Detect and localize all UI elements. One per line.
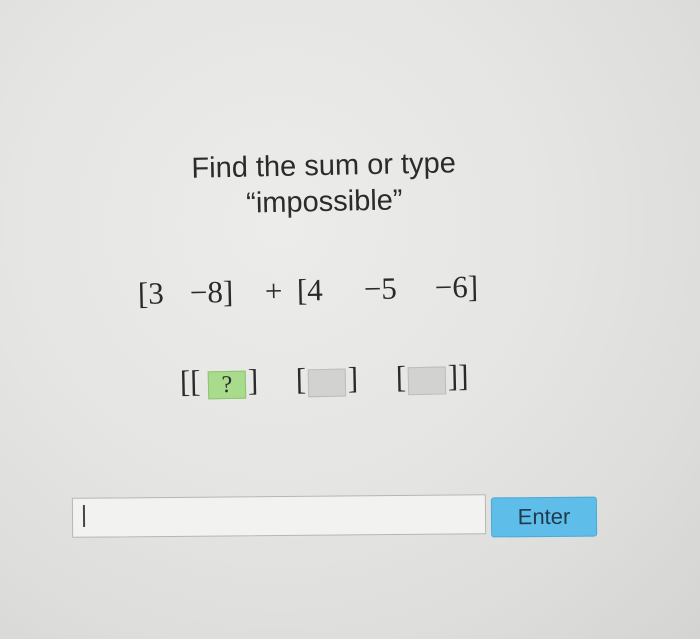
bracket: [ — [395, 359, 407, 395]
answer-slot-2[interactable] — [307, 368, 347, 398]
equation-token: [3 — [137, 275, 165, 311]
bracket: ] — [247, 362, 259, 398]
screen: Find the sum or type “impossible” [3 −8]… — [0, 0, 700, 639]
equation-token: −5 — [363, 270, 398, 307]
enter-button[interactable]: Enter — [490, 496, 598, 538]
bracket: ] — [347, 360, 359, 396]
question-prompt: Find the sum or type “impossible” — [119, 144, 528, 225]
text-caret — [82, 504, 85, 528]
matrix-equation: [3 −8] + [4 −5 −6] — [138, 269, 479, 320]
equation-token: −6] — [434, 268, 479, 305]
equation-token: [4 — [296, 272, 324, 308]
matrix-close-bracket: ]] — [447, 357, 469, 394]
answer-matrix: [[ ? ] [ ] [ ]] — [179, 358, 469, 412]
answer-slot-3[interactable] — [407, 366, 447, 396]
equation-token: + — [264, 272, 283, 309]
matrix-open-bracket: [[ — [179, 363, 201, 399]
answer-slot-1[interactable]: ? — [207, 370, 247, 400]
bracket: [ — [295, 361, 307, 397]
question-line-2: “impossible” — [245, 184, 403, 220]
answer-input[interactable] — [71, 494, 487, 538]
equation-token: −8] — [189, 274, 234, 310]
